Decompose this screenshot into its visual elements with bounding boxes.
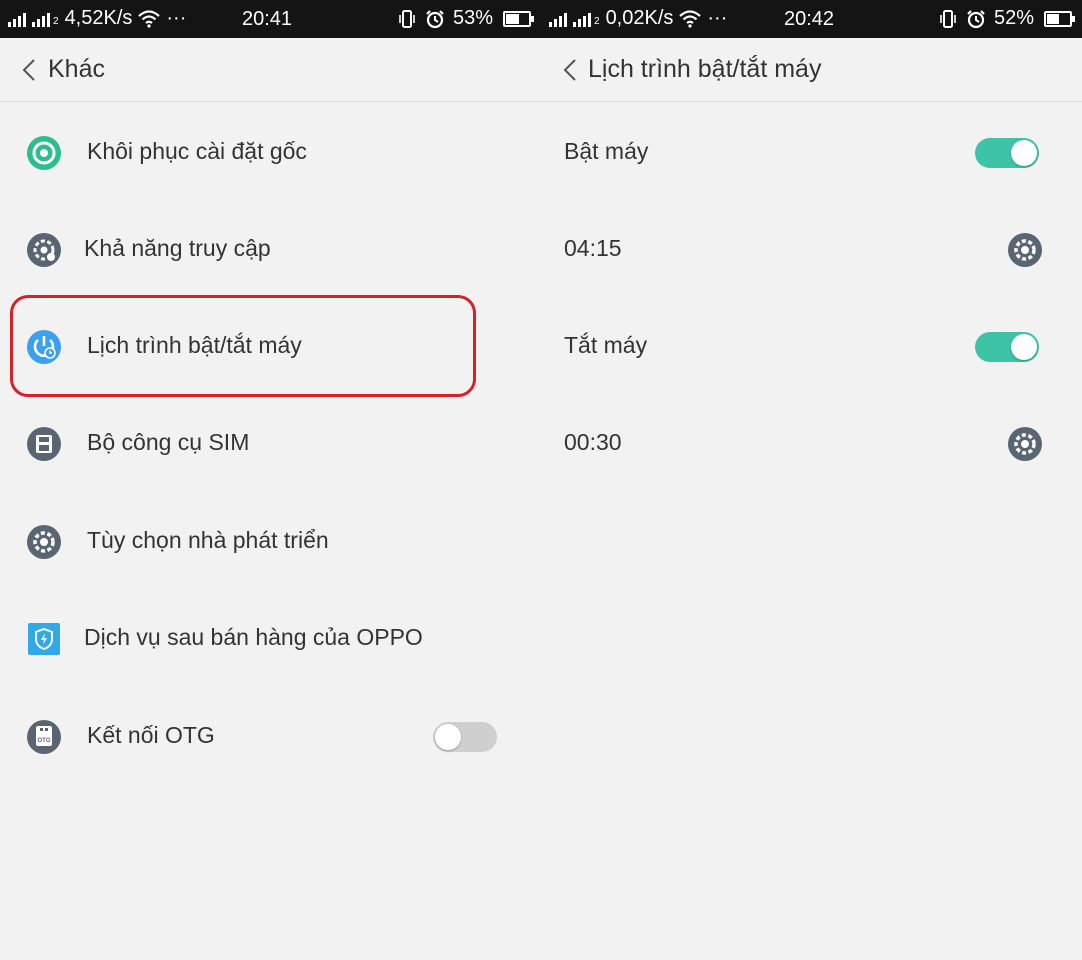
sim-card-icon [27, 427, 61, 461]
back-arrow-icon[interactable] [561, 58, 579, 82]
alarm-icon [426, 9, 444, 28]
highlight-box [10, 295, 476, 397]
list-item-label: Khả năng truy cập [84, 235, 271, 261]
power-off-time-row[interactable]: 00:30 [541, 395, 1082, 493]
power-on-toggle[interactable] [975, 138, 1039, 168]
status-time: 20:42 [784, 8, 835, 30]
more-dots: ··· [707, 7, 728, 29]
status-bar: 2 0,02K/s ··· 20:42 52% [541, 0, 1082, 38]
status-bar: 2 4,52K/s ··· 20:41 53% [0, 0, 541, 38]
network-speed: 0,02K/s [605, 7, 674, 29]
signal-sim1-icon [8, 11, 26, 27]
settings-other-screen: 2 4,52K/s ··· 20:41 53% Khác Khôi phục c… [0, 0, 541, 960]
settings-gear-icon[interactable] [1007, 426, 1043, 462]
power-on-time: 04:15 [564, 235, 622, 261]
list-item-label: Khôi phục cài đặt gốc [87, 138, 307, 164]
list-item-factory-reset[interactable]: Khôi phục cài đặt gốc [0, 104, 541, 202]
battery-percent: 52% [993, 7, 1034, 29]
header: Khác [0, 38, 541, 102]
power-schedule-screen: 2 0,02K/s ··· 20:42 52% Lịch trình bật/t… [541, 0, 1082, 960]
wifi-icon [679, 9, 702, 28]
header: Lịch trình bật/tắt máy [541, 38, 1082, 102]
power-on-label: Bật máy [564, 138, 649, 164]
wifi-icon [138, 9, 161, 28]
settings-gear-icon[interactable] [1007, 232, 1043, 268]
list-item-otg-connection[interactable]: OTG Kết nối OTG [0, 688, 541, 786]
back-arrow-icon[interactable] [20, 58, 38, 82]
otg-usb-icon: OTG [27, 720, 61, 754]
list-item-sim-toolkit[interactable]: Bộ công cụ SIM [0, 395, 541, 493]
battery-percent: 53% [452, 7, 493, 29]
signal-sim2-icon: 2 [32, 11, 59, 27]
vibrate-icon [399, 9, 415, 28]
toggle-knob [1011, 140, 1037, 166]
otg-toggle[interactable] [433, 722, 497, 752]
svg-text:OTG: OTG [38, 738, 51, 744]
factory-reset-icon [27, 136, 61, 170]
power-on-time-row[interactable]: 04:15 [541, 201, 1082, 299]
page-title: Lịch trình bật/tắt máy [588, 55, 822, 83]
list-item-oppo-after-sales[interactable]: Dịch vụ sau bán hàng của OPPO [0, 590, 541, 688]
list-item-label: Dịch vụ sau bán hàng của OPPO [84, 624, 423, 650]
vibrate-icon [940, 9, 956, 28]
developer-gear-icon [27, 525, 61, 559]
more-dots: ··· [166, 7, 187, 29]
signal-sim2-icon: 2 [573, 11, 600, 27]
toggle-knob [435, 724, 461, 750]
battery-icon [1044, 10, 1075, 27]
alarm-icon [967, 9, 985, 28]
power-off-toggle[interactable] [975, 332, 1039, 362]
list-item-developer-options[interactable]: Tùy chọn nhà phát triển [0, 493, 541, 591]
accessibility-gear-icon [27, 233, 61, 267]
power-off-row: Tắt máy [541, 298, 1082, 396]
signal-sim1-icon [549, 11, 567, 27]
list-item-label: Kết nối OTG [87, 722, 215, 748]
power-off-time: 00:30 [564, 429, 622, 455]
battery-icon [503, 10, 534, 27]
power-off-label: Tắt máy [564, 332, 648, 358]
oppo-service-shield-icon [28, 623, 60, 655]
toggle-knob [1011, 334, 1037, 360]
list-item-label: Tùy chọn nhà phát triển [87, 527, 329, 553]
network-speed: 4,52K/s [64, 7, 133, 29]
power-on-row: Bật máy [541, 104, 1082, 202]
list-item-accessibility[interactable]: Khả năng truy cập [0, 201, 541, 299]
page-title: Khác [48, 55, 105, 83]
list-item-label: Bộ công cụ SIM [87, 429, 250, 455]
status-time: 20:41 [242, 8, 293, 30]
